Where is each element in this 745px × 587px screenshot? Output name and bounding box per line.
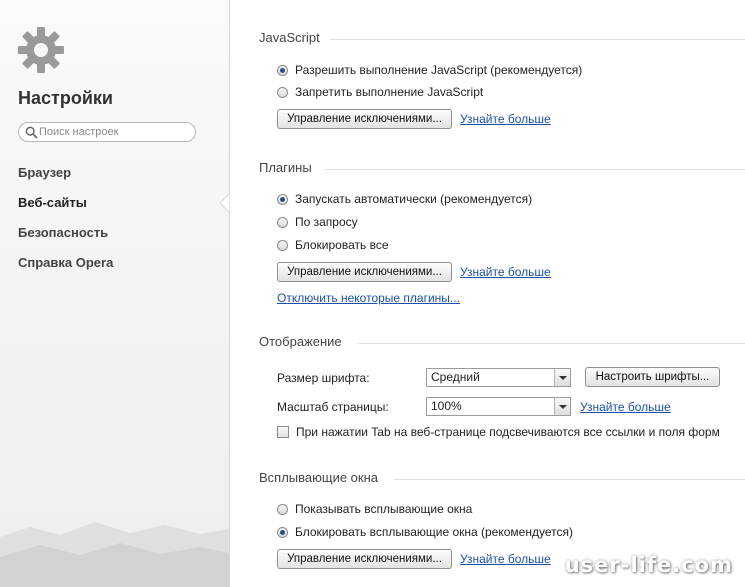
radio-label: Запретить выполнение JavaScript — [295, 85, 484, 99]
plugins-on-demand-option[interactable]: По запросу — [277, 214, 358, 230]
font-size-label: Размер шрифта: — [277, 371, 370, 385]
sidebar-item-websites[interactable]: Веб-сайты — [18, 194, 113, 224]
javascript-section-title: JavaScript — [259, 30, 320, 45]
plugins-auto-option[interactable]: Запускать автоматически (рекомендуется) — [277, 191, 532, 207]
search-icon — [25, 126, 38, 139]
sidebar-item-opera-help[interactable]: Справка Opera — [18, 254, 113, 284]
section-divider — [357, 343, 745, 344]
radio-label: Показывать всплывающие окна — [295, 502, 473, 516]
js-allow-option[interactable]: Разрешить выполнение JavaScript (рекомен… — [277, 62, 582, 78]
radio-label: Запускать автоматически (рекомендуется) — [295, 192, 533, 206]
gear-icon — [18, 27, 64, 73]
radio-label: Разрешить выполнение JavaScript (рекомен… — [295, 63, 583, 77]
sidebar: Настройки Браузер Веб-сайты Безопасность… — [0, 0, 230, 587]
checkbox-label: При нажатии Tab на веб-странице подсвечи… — [296, 425, 720, 439]
radio-button[interactable] — [277, 86, 288, 98]
search-input[interactable] — [39, 125, 189, 139]
settings-search-box[interactable] — [18, 122, 196, 142]
chevron-down-icon[interactable] — [554, 369, 570, 386]
popups-section-title: Всплывающие окна — [259, 470, 379, 485]
radio-button[interactable] — [277, 526, 288, 538]
radio-label: Блокировать всплывающие окна (рекомендуе… — [295, 525, 573, 539]
zoom-value: 100% — [431, 399, 462, 413]
radio-button[interactable] — [277, 503, 288, 515]
section-divider — [324, 169, 745, 170]
font-size-select[interactable]: Средний — [426, 368, 571, 387]
sidebar-item-browser[interactable]: Браузер — [18, 164, 113, 194]
mountain-background-image — [0, 522, 229, 587]
watermark-text: user-life.com — [564, 553, 733, 577]
font-size-value: Средний — [431, 370, 480, 384]
radio-button[interactable] — [277, 216, 288, 228]
js-learn-more-link[interactable]: Узнайте больше — [460, 112, 551, 126]
zoom-label: Масштаб страницы: — [277, 400, 389, 414]
plugins-manage-exceptions-button[interactable]: Управление исключениями... — [277, 262, 452, 282]
radio-button[interactable] — [277, 193, 288, 205]
popups-manage-exceptions-button[interactable]: Управление исключениями... — [277, 549, 452, 569]
plugins-section-title: Плагины — [259, 160, 312, 175]
popups-learn-more-link[interactable]: Узнайте больше — [460, 552, 551, 566]
zoom-select[interactable]: 100% — [426, 397, 571, 416]
tab-highlight-option[interactable]: При нажатии Tab на веб-странице подсвечи… — [277, 424, 720, 440]
settings-nav: Браузер Веб-сайты Безопасность Справка O… — [18, 164, 113, 284]
radio-button[interactable] — [277, 64, 288, 76]
radio-label: Блокировать все — [295, 238, 389, 252]
plugins-learn-more-link[interactable]: Узнайте больше — [460, 265, 551, 279]
radio-label: По запросу — [295, 215, 358, 229]
js-manage-exceptions-button[interactable]: Управление исключениями... — [277, 109, 452, 129]
display-section-title: Отображение — [259, 334, 342, 349]
sidebar-item-security[interactable]: Безопасность — [18, 224, 113, 254]
section-divider — [330, 39, 745, 40]
popups-block-option[interactable]: Блокировать всплывающие окна (рекомендуе… — [277, 524, 573, 540]
section-divider — [394, 479, 745, 480]
configure-fonts-button[interactable]: Настроить шрифты... — [585, 367, 720, 387]
plugins-block-all-option[interactable]: Блокировать все — [277, 237, 389, 253]
display-learn-more-link[interactable]: Узнайте больше — [580, 400, 671, 414]
checkbox[interactable] — [277, 426, 289, 438]
chevron-down-icon[interactable] — [554, 398, 570, 415]
settings-content: JavaScript Разрешить выполнение JavaScri… — [230, 0, 745, 587]
radio-button[interactable] — [277, 239, 288, 251]
settings-title: Настройки — [18, 88, 113, 108]
js-block-option[interactable]: Запретить выполнение JavaScript — [277, 84, 483, 100]
popups-show-option[interactable]: Показывать всплывающие окна — [277, 501, 472, 517]
disable-plugins-link[interactable]: Отключить некоторые плагины... — [277, 291, 460, 305]
